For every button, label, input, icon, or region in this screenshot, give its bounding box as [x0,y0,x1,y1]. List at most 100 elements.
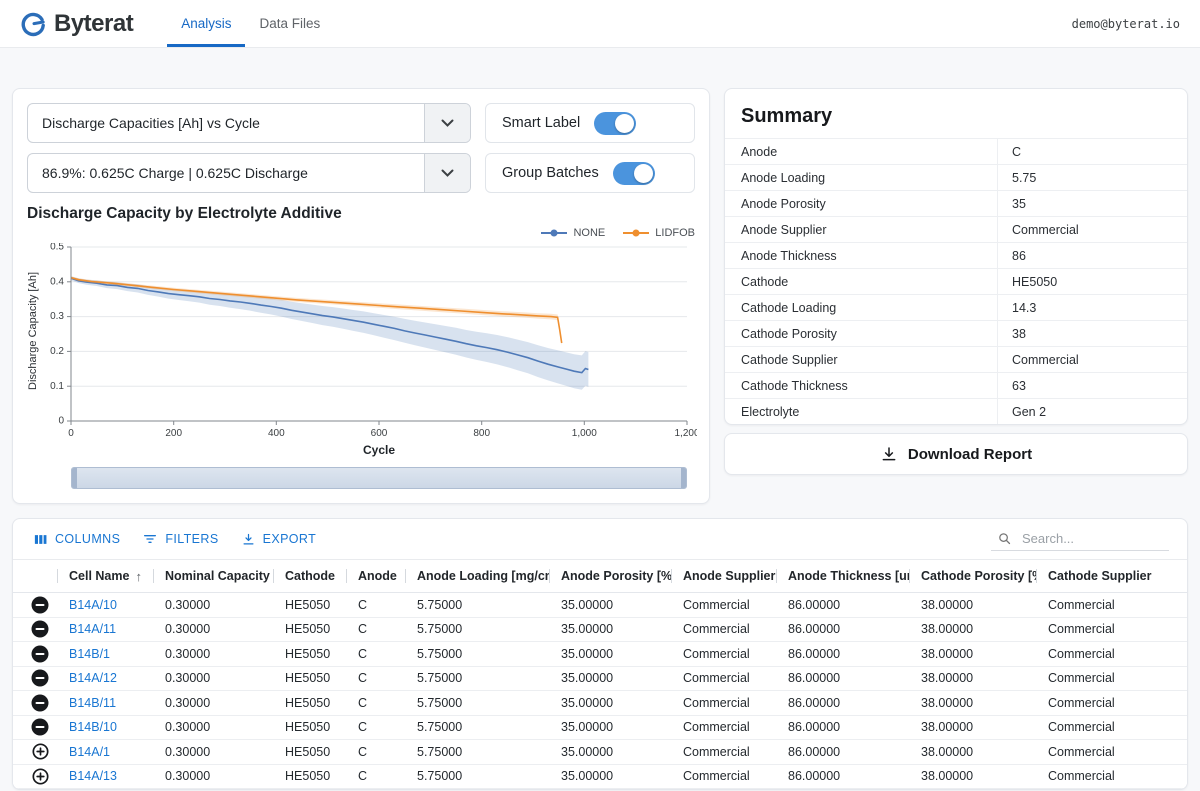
table-cell: 35.00000 [549,598,671,612]
table-cell: 38.00000 [909,745,1036,759]
chart-range-brush[interactable] [71,467,687,489]
sort-asc-icon[interactable]: ↑ [135,569,142,584]
metric-select-button[interactable] [424,104,470,142]
nav-tab-data-files[interactable]: Data Files [245,0,334,47]
x-axis-label: Cycle [71,443,687,457]
summary-label: Cathode Porosity [725,321,997,346]
main-content: Discharge Capacities [Ah] vs Cycle Smart… [0,48,1200,790]
download-icon [880,445,898,463]
column-header-9[interactable]: Cathode Supplier [1036,569,1187,583]
export-button[interactable]: EXPORT [231,526,327,553]
search-input[interactable] [1020,530,1163,547]
table-cell: 0.30000 [153,769,273,783]
column-header-7[interactable]: Anode Thickness [um] [776,569,909,583]
row-expand-toggle[interactable] [13,694,57,712]
column-header-3[interactable]: Anode [346,569,405,583]
table-cell: 5.75000 [405,745,549,759]
column-header-1[interactable]: Nominal Capacity [Ah] [153,569,273,583]
summary-value: Gen 2 [997,399,1187,424]
cell-name-link[interactable]: B14A/12 [57,671,153,685]
group-batches-toggle[interactable] [613,162,655,185]
table-cell: HE5050 [273,696,346,710]
nav-tab-analysis[interactable]: Analysis [167,0,245,47]
table-row: B14A/120.30000HE5050C5.7500035.00000Comm… [13,667,1187,692]
svg-text:1,000: 1,000 [572,428,597,439]
row-expand-toggle[interactable] [13,768,57,785]
summary-label: Cathode Loading [725,295,997,320]
cell-name-link[interactable]: B14B/1 [57,647,153,661]
summary-panel: Summary AnodeCAnode Loading5.75Anode Por… [724,88,1188,425]
cell-name-link[interactable]: B14B/10 [57,720,153,734]
cell-name-link[interactable]: B14A/11 [57,622,153,636]
table-cell: 5.75000 [405,769,549,783]
user-email[interactable]: demo@byterat.io [1072,17,1180,31]
summary-row: Anode SupplierCommercial [725,216,1187,242]
table-cell: 5.75000 [405,598,549,612]
table-cell: 5.75000 [405,647,549,661]
table-cell: 86.00000 [776,696,909,710]
svg-text:0.1: 0.1 [50,381,64,392]
smart-label-toggle[interactable] [594,112,636,135]
metric-select[interactable]: Discharge Capacities [Ah] vs Cycle [27,103,471,143]
column-header-2[interactable]: Cathode [273,569,346,583]
table-cell: 35.00000 [549,769,671,783]
table-cell: 86.00000 [776,769,909,783]
table-cell: HE5050 [273,622,346,636]
column-header-6[interactable]: Anode Supplier [671,569,776,583]
row-expand-toggle[interactable] [13,743,57,760]
columns-label: COLUMNS [55,532,120,546]
legend-item-lidfob[interactable]: LIDFOB [623,227,695,239]
table-cell: HE5050 [273,769,346,783]
svg-text:1,200: 1,200 [674,428,697,439]
smart-label-text: Smart Label [502,115,580,131]
top-bar: Byterat Analysis Data Files demo@byterat… [0,0,1200,48]
right-column: Summary AnodeCAnode Loading5.75Anode Por… [724,88,1188,475]
row-expand-toggle[interactable] [13,645,57,663]
table-cell: C [346,696,405,710]
protocol-select-button[interactable] [424,154,470,192]
collapse-row-icon [31,718,49,736]
columns-icon [33,532,48,547]
table-cell: C [346,720,405,734]
legend-label: NONE [573,227,605,239]
summary-value: 63 [997,373,1187,398]
cell-name-link[interactable]: B14A/1 [57,745,153,759]
summary-label: Anode Supplier [725,217,997,242]
table-cell: Commercial [671,671,776,685]
y-axis-label: Discharge Capacity [Ah] [27,272,39,390]
legend-item-none[interactable]: NONE [541,227,605,239]
svg-text:0: 0 [58,416,64,427]
legend-marker-icon [623,228,649,238]
column-header-5[interactable]: Anode Porosity [%] [549,569,671,583]
filters-button[interactable]: FILTERS [132,525,228,553]
table-cell: 86.00000 [776,720,909,734]
download-report-button[interactable]: Download Report [724,433,1188,475]
metric-select-value: Discharge Capacities [Ah] vs Cycle [28,104,424,142]
columns-button[interactable]: COLUMNS [23,526,130,553]
cell-name-link[interactable]: B14B/11 [57,696,153,710]
row-expand-toggle[interactable] [13,620,57,638]
table-cell: 35.00000 [549,671,671,685]
table-cell: 86.00000 [776,745,909,759]
summary-title: Summary [725,89,1187,138]
brand[interactable]: Byterat [20,0,133,47]
row-expand-toggle[interactable] [13,669,57,687]
svg-text:0.5: 0.5 [50,243,64,253]
row-expand-toggle[interactable] [13,596,57,614]
cell-name-link[interactable]: B14A/10 [57,598,153,612]
table-cell: C [346,598,405,612]
column-header-0[interactable]: Cell Name↑ [57,569,153,584]
summary-label: Anode Porosity [725,191,997,216]
summary-value: 86 [997,243,1187,268]
column-header-4[interactable]: Anode Loading [mg/cm2] [405,569,549,583]
table-cell: HE5050 [273,598,346,612]
column-header-8[interactable]: Cathode Porosity [%] [909,569,1036,583]
table-cell: HE5050 [273,671,346,685]
cell-name-link[interactable]: B14A/13 [57,769,153,783]
table-cell: 0.30000 [153,671,273,685]
protocol-select[interactable]: 86.9%: 0.625C Charge | 0.625C Discharge [27,153,471,193]
filter-icon [142,531,158,547]
collapse-row-icon [31,694,49,712]
table-cell: C [346,769,405,783]
row-expand-toggle[interactable] [13,718,57,736]
